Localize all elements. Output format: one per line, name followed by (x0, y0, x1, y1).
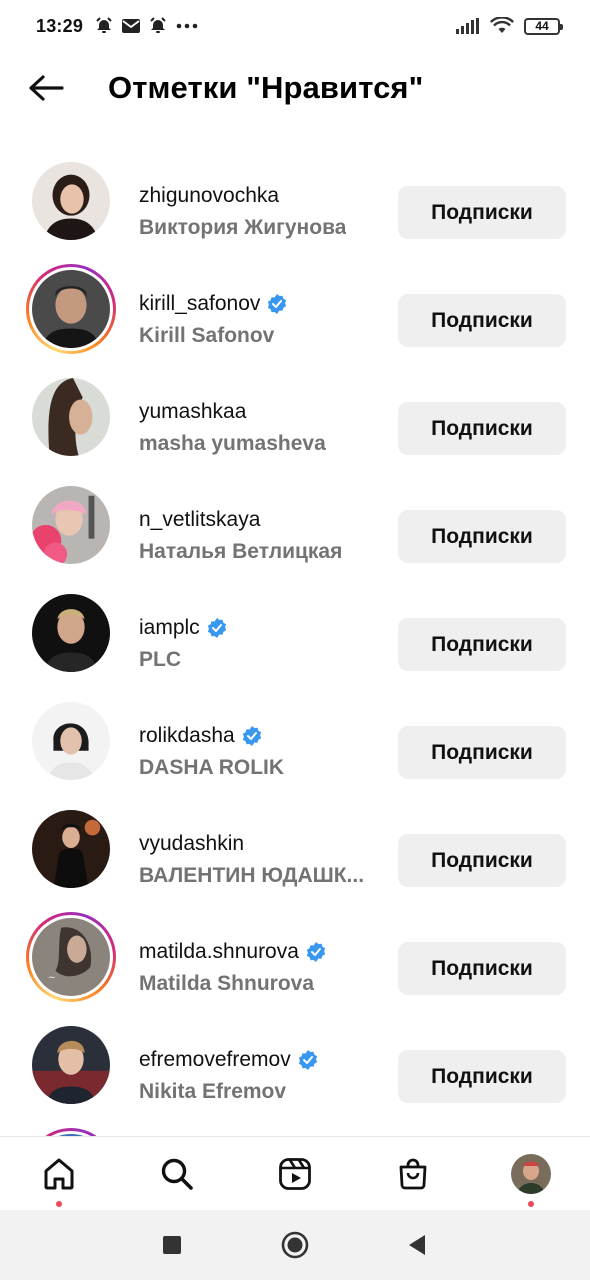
list-item[interactable]: ~ matilda.shnurova Matilda Shnurova Подп… (0, 900, 590, 1008)
list-item[interactable]: yumashkaa masha yumasheva Подписки (0, 360, 590, 468)
verified-badge-icon (298, 1050, 317, 1070)
avatar[interactable] (26, 372, 116, 462)
profile-avatar (511, 1154, 551, 1194)
page-title: Отметки "Нравится" (108, 70, 424, 105)
following-button[interactable]: Подписки (398, 1050, 566, 1103)
system-navigation (0, 1210, 590, 1280)
full-name: Matilda Shnurova (139, 972, 315, 995)
circle-icon (281, 1231, 309, 1259)
verified-badge-icon (242, 726, 261, 746)
status-bar: 13:29 44 (0, 0, 590, 52)
recent-apps-button[interactable] (157, 1230, 187, 1260)
shop-icon (399, 1158, 427, 1190)
nav-profile[interactable] (501, 1137, 561, 1211)
home-icon (44, 1158, 74, 1190)
alarm-icon (149, 17, 167, 35)
battery-indicator: 44 (524, 17, 563, 35)
list-item[interactable]: rolikdasha DASHA ROLIK Подписки (0, 684, 590, 792)
full-name: Kirill Safonov (139, 324, 275, 347)
full-name: PLC (139, 648, 181, 671)
full-name: DASHA ROLIK (139, 756, 285, 779)
likes-list[interactable]: zhigunovochka Виктория Жигунова Подписки… (0, 124, 590, 1136)
username[interactable]: vyudashkin (139, 832, 244, 856)
alarm-icon (95, 17, 113, 35)
mail-icon (122, 19, 141, 33)
nav-shop[interactable] (383, 1137, 443, 1211)
wifi-icon (490, 17, 514, 35)
nav-home[interactable] (29, 1137, 89, 1211)
square-icon (163, 1236, 181, 1254)
following-button[interactable]: Подписки (398, 834, 566, 887)
verified-badge-icon (207, 618, 226, 638)
status-time: 13:29 (36, 15, 84, 36)
username[interactable]: yumashkaa (139, 400, 246, 424)
list-item[interactable]: vyudashkin ВАЛЕНТИН ЮДАШК... Подписки (0, 792, 590, 900)
avatar[interactable] (26, 804, 116, 894)
list-item[interactable]: kirill_safonov Kirill Safonov Подписки (0, 252, 590, 360)
full-name: Виктория Жигунова (139, 216, 347, 239)
reels-icon (279, 1158, 311, 1190)
list-item[interactable] (0, 1116, 590, 1136)
full-name: ВАЛЕНТИН ЮДАШК... (139, 864, 365, 887)
username[interactable]: matilda.shnurova (139, 940, 299, 964)
username[interactable]: iamplc (139, 616, 200, 640)
nav-search[interactable] (147, 1137, 207, 1211)
following-button[interactable]: Подписки (398, 186, 566, 239)
avatar[interactable]: ~ (26, 912, 116, 1002)
list-item[interactable]: efremovefremov Nikita Efremov Подписки (0, 1008, 590, 1116)
home-system-button[interactable] (280, 1230, 310, 1260)
avatar[interactable] (26, 480, 116, 570)
notification-dot (528, 1201, 534, 1207)
username[interactable]: efremovefremov (139, 1048, 291, 1072)
signal-icon (456, 18, 480, 34)
search-icon (161, 1158, 193, 1190)
back-button[interactable] (10, 52, 82, 124)
notification-dot (56, 1201, 62, 1207)
triangle-back-icon (409, 1235, 425, 1255)
following-button[interactable]: Подписки (398, 726, 566, 779)
following-button[interactable]: Подписки (398, 402, 566, 455)
avatar[interactable] (26, 696, 116, 786)
avatar[interactable] (26, 264, 116, 354)
following-button[interactable]: Подписки (398, 510, 566, 563)
avatar[interactable] (26, 156, 116, 246)
avatar[interactable] (26, 588, 116, 678)
username[interactable]: rolikdasha (139, 724, 235, 748)
nav-reels[interactable] (265, 1137, 325, 1211)
following-button[interactable]: Подписки (398, 618, 566, 671)
svg-text:~: ~ (48, 972, 56, 983)
username[interactable]: zhigunovochka (139, 184, 279, 208)
verified-badge-icon (268, 294, 287, 314)
more-dots-icon (176, 23, 198, 29)
following-button[interactable]: Подписки (398, 942, 566, 995)
bottom-navigation (0, 1136, 590, 1210)
verified-badge-icon (306, 942, 326, 962)
avatar[interactable] (26, 1128, 116, 1136)
list-item[interactable]: zhigunovochka Виктория Жигунова Подписки (0, 144, 590, 252)
list-item[interactable]: iamplc PLC Подписки (0, 576, 590, 684)
username[interactable]: n_vetlitskaya (139, 508, 260, 532)
username[interactable]: kirill_safonov (139, 292, 260, 316)
page-header: Отметки "Нравится" (0, 52, 590, 124)
full-name: Наталья Ветлицкая (139, 540, 343, 563)
back-system-button[interactable] (402, 1230, 432, 1260)
avatar[interactable] (26, 1020, 116, 1110)
arrow-left-icon (29, 75, 64, 101)
full-name: masha yumasheva (139, 432, 326, 455)
full-name: Nikita Efremov (139, 1080, 287, 1103)
following-button[interactable]: Подписки (398, 294, 566, 347)
list-item[interactable]: n_vetlitskaya Наталья Ветлицкая Подписки (0, 468, 590, 576)
